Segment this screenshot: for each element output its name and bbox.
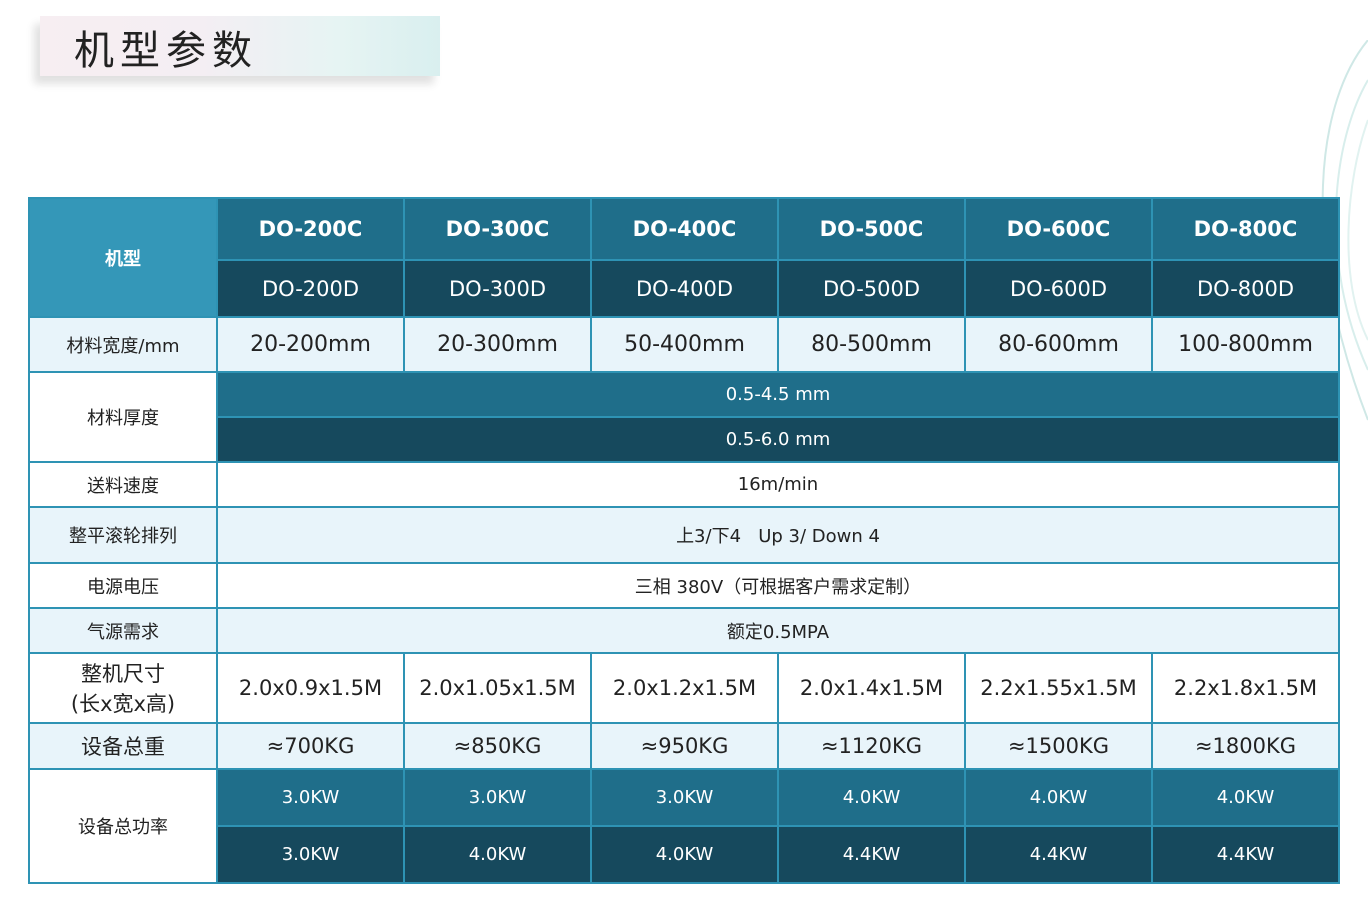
spec-table: 机型 DO-200C DO-300C DO-400C DO-500C DO-60… bbox=[28, 197, 1340, 884]
size-cell: 2.0x1.4x1.5M bbox=[777, 652, 966, 724]
width-cell: 100-800mm bbox=[1151, 316, 1340, 373]
thickness-row-d: 0.5-6.0 mm bbox=[29, 416, 1340, 463]
size-cell: 2.0x0.9x1.5M bbox=[216, 652, 405, 724]
size-row: 整机尺寸 (长x宽x高) 2.0x0.9x1.5M 2.0x1.05x1.5M … bbox=[28, 652, 1340, 724]
weight-cell: ≈850KG bbox=[403, 722, 592, 770]
width-cell: 80-500mm bbox=[777, 316, 966, 373]
thickness-d-cell: 0.5-6.0 mm bbox=[216, 416, 1340, 463]
row-label: 送料速度 bbox=[28, 461, 218, 508]
power-d-cell: 4.4KW bbox=[777, 825, 966, 884]
header-row-c: 机型 DO-200C DO-300C DO-400C DO-500C DO-60… bbox=[28, 197, 1340, 318]
weight-cell: ≈700KG bbox=[216, 722, 405, 770]
power-d-cell: 4.4KW bbox=[964, 825, 1153, 884]
voltage-row: 电源电压 三相 380V（可根据客户需求定制） bbox=[28, 562, 1340, 609]
model-d-cell: DO-200D bbox=[216, 259, 405, 318]
model-c-cell: DO-600C bbox=[964, 197, 1153, 261]
weight-cell: ≈950KG bbox=[590, 722, 779, 770]
thickness-c-cell: 0.5-4.5 mm bbox=[216, 371, 1340, 418]
model-c-cell: DO-200C bbox=[216, 197, 405, 261]
row-label: 整平滚轮排列 bbox=[28, 506, 218, 564]
power-d-cell: 4.0KW bbox=[590, 825, 779, 884]
power-row-c: 设备总功率 3.0KW 3.0KW 3.0KW 4.0KW 4.0KW 4.0K… bbox=[28, 768, 1340, 884]
model-d-cell: DO-400D bbox=[590, 259, 779, 318]
width-cell: 50-400mm bbox=[590, 316, 779, 373]
size-cell: 2.0x1.05x1.5M bbox=[403, 652, 592, 724]
model-d-cell: DO-500D bbox=[777, 259, 966, 318]
model-c-cell: DO-500C bbox=[777, 197, 966, 261]
model-d-cell: DO-300D bbox=[403, 259, 592, 318]
model-c-cell: DO-800C bbox=[1151, 197, 1340, 261]
row-label: 整机尺寸 (长x宽x高) bbox=[28, 652, 218, 724]
roller-row: 整平滚轮排列 上3/下4 Up 3/ Down 4 bbox=[28, 506, 1340, 564]
model-d-cell: DO-800D bbox=[1151, 259, 1340, 318]
air-cell: 额定0.5MPA bbox=[216, 607, 1340, 654]
row-label: 设备总重 bbox=[28, 722, 218, 770]
row-label: 电源电压 bbox=[28, 562, 218, 609]
width-cell: 80-600mm bbox=[964, 316, 1153, 373]
power-c-cell: 4.0KW bbox=[1151, 768, 1340, 827]
model-c-cell: DO-400C bbox=[590, 197, 779, 261]
power-d-cell: 4.4KW bbox=[1151, 825, 1340, 884]
width-cell: 20-200mm bbox=[216, 316, 405, 373]
size-label-line2: (长x宽x高) bbox=[70, 692, 176, 716]
power-c-cell: 3.0KW bbox=[590, 768, 779, 827]
size-label-line1: 整机尺寸 bbox=[81, 662, 165, 686]
weight-cell: ≈1500KG bbox=[964, 722, 1153, 770]
row-label: 材料宽度/mm bbox=[28, 316, 218, 373]
row-label: 材料厚度 bbox=[28, 371, 218, 463]
model-label-cell: 机型 bbox=[28, 197, 218, 318]
power-d-cell: 3.0KW bbox=[216, 825, 405, 884]
power-c-cell: 3.0KW bbox=[216, 768, 405, 827]
model-c-cell: DO-300C bbox=[403, 197, 592, 261]
weight-cell: ≈1120KG bbox=[777, 722, 966, 770]
weight-row: 设备总重 ≈700KG ≈850KG ≈950KG ≈1120KG ≈1500K… bbox=[28, 722, 1340, 770]
model-d-cell: DO-600D bbox=[964, 259, 1153, 318]
speed-cell: 16m/min bbox=[216, 461, 1340, 508]
thickness-row-c: 材料厚度 0.5-4.5 mm bbox=[28, 371, 1340, 463]
speed-row: 送料速度 16m/min bbox=[28, 461, 1340, 508]
size-cell: 2.2x1.8x1.5M bbox=[1151, 652, 1340, 724]
weight-cell: ≈1800KG bbox=[1151, 722, 1340, 770]
power-c-cell: 4.0KW bbox=[964, 768, 1153, 827]
power-c-cell: 4.0KW bbox=[777, 768, 966, 827]
width-row: 材料宽度/mm 20-200mm 20-300mm 50-400mm 80-50… bbox=[28, 316, 1340, 373]
roller-cell: 上3/下4 Up 3/ Down 4 bbox=[216, 506, 1340, 564]
air-row: 气源需求 额定0.5MPA bbox=[28, 607, 1340, 654]
row-label: 气源需求 bbox=[28, 607, 218, 654]
power-c-cell: 3.0KW bbox=[403, 768, 592, 827]
page-title: 机型参数 bbox=[74, 28, 258, 74]
width-cell: 20-300mm bbox=[403, 316, 592, 373]
size-cell: 2.2x1.55x1.5M bbox=[964, 652, 1153, 724]
header-row-d: DO-200D DO-300D DO-400D DO-500D DO-600D … bbox=[29, 259, 1340, 318]
power-row-d: 3.0KW 4.0KW 4.0KW 4.4KW 4.4KW 4.4KW bbox=[29, 825, 1340, 884]
row-label: 设备总功率 bbox=[28, 768, 218, 884]
power-d-cell: 4.0KW bbox=[403, 825, 592, 884]
voltage-cell: 三相 380V（可根据客户需求定制） bbox=[216, 562, 1340, 609]
size-cell: 2.0x1.2x1.5M bbox=[590, 652, 779, 724]
